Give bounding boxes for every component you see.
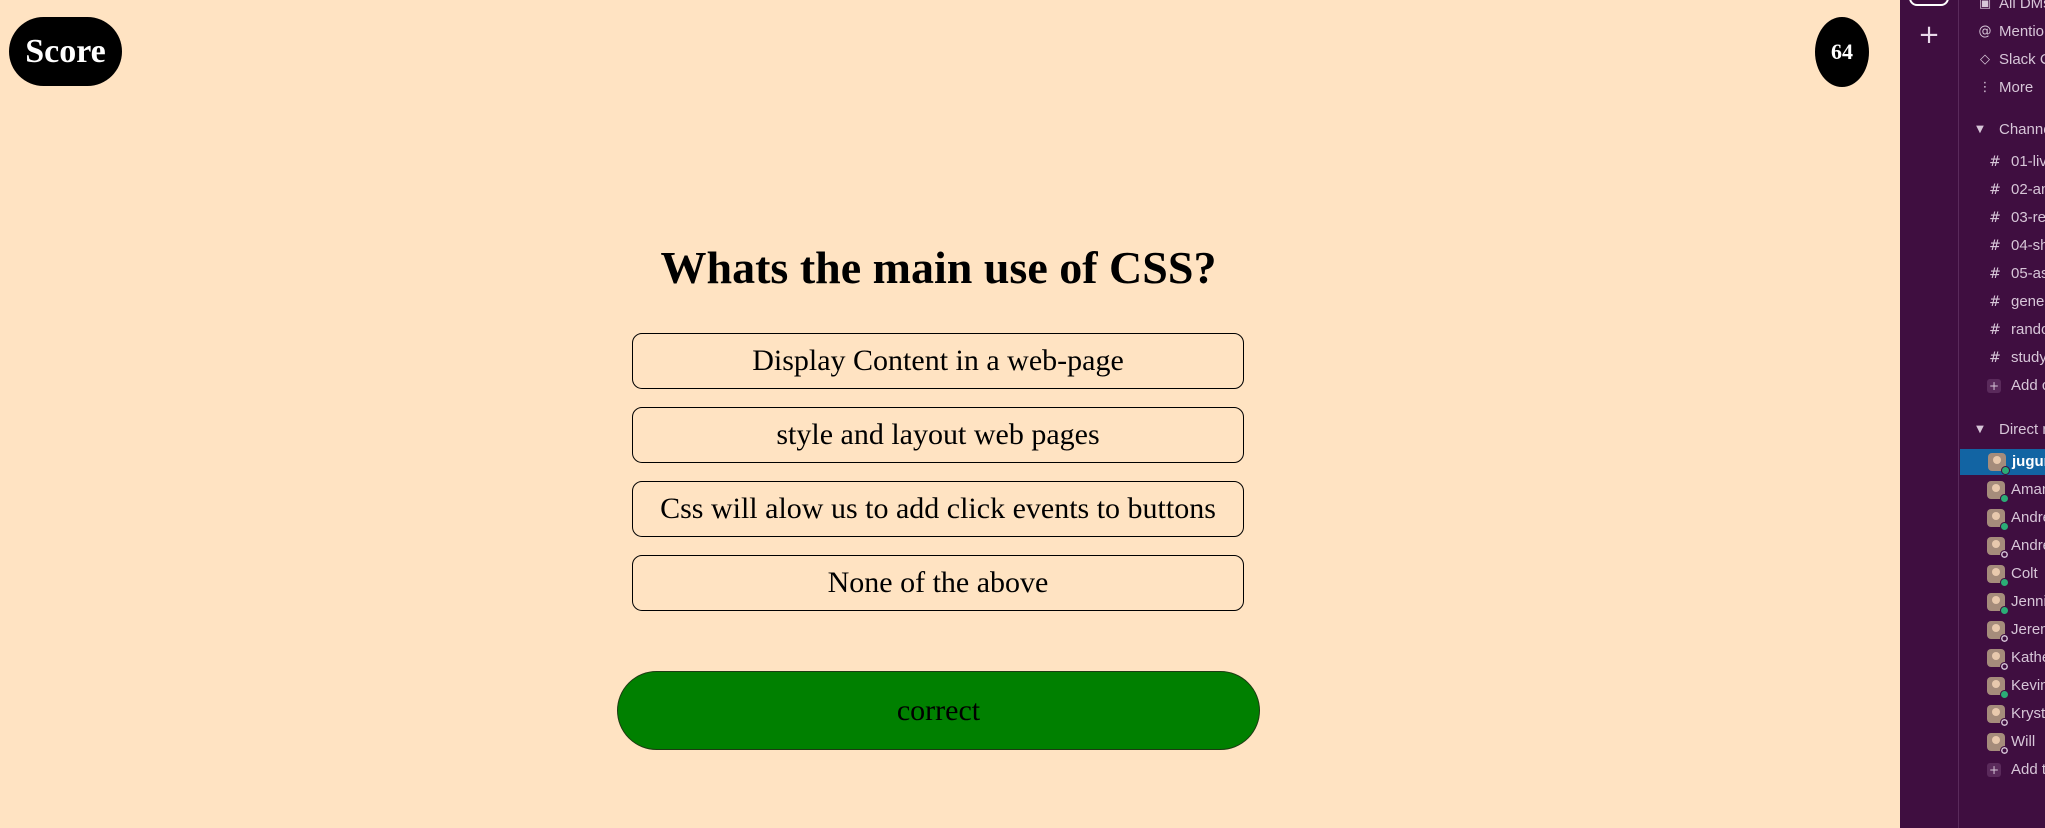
channel-name: general bbox=[2011, 293, 2045, 310]
dm-name: Jennifer bbox=[2011, 593, 2045, 610]
hash-icon: # bbox=[1989, 210, 2001, 226]
slack-sidebar: ▣ All DMs @ Mentions & reactions ◇ Slack Conn… bbox=[1958, 0, 2045, 828]
mentions-icon: @ bbox=[1978, 24, 1992, 39]
hash-icon: # bbox=[1989, 350, 2001, 366]
channel-name: 03-resources bbox=[2011, 209, 2045, 226]
sidebar-item-label: All DMs bbox=[1999, 0, 2045, 12]
sidebar-item-label: Mentions & reactions bbox=[1999, 23, 2045, 40]
hash-icon: # bbox=[1989, 182, 2001, 198]
sidebar-item-label: More bbox=[1999, 79, 2034, 96]
dm-item[interactable]: Katherine bbox=[1959, 645, 2045, 671]
channel-item[interactable]: # general bbox=[1959, 289, 2045, 315]
presence-icon bbox=[2000, 662, 2009, 671]
channel-name: study-group bbox=[2011, 349, 2045, 366]
hash-icon: # bbox=[1989, 266, 2001, 282]
dm-name: Jeremy bbox=[2011, 621, 2045, 638]
answer-button-3[interactable]: Css will alow us to add click events to … bbox=[632, 481, 1244, 537]
presence-icon bbox=[2001, 466, 2010, 475]
quiz-page: Score 64 Whats the main use of CSS? Disp… bbox=[0, 0, 1900, 828]
sidebar-item-label: Slack Connect bbox=[1999, 51, 2045, 68]
dm-item[interactable]: Amanda bbox=[1959, 477, 2045, 503]
slack-connect-icon: ◇ bbox=[1980, 52, 1990, 67]
dm-item[interactable]: Andrew bbox=[1959, 505, 2045, 531]
channel-name: random bbox=[2011, 321, 2045, 338]
add-channels-button[interactable]: + Add channels bbox=[1959, 373, 2045, 399]
presence-icon bbox=[2000, 718, 2009, 727]
dm-item[interactable]: Krystal bbox=[1959, 701, 2045, 727]
presence-icon bbox=[2000, 494, 2009, 503]
hash-icon: # bbox=[1989, 154, 2001, 170]
app-root: Score 64 Whats the main use of CSS? Disp… bbox=[0, 0, 2045, 828]
dm-item[interactable]: Colt bbox=[1959, 561, 2045, 587]
presence-icon bbox=[2000, 550, 2009, 559]
sidebar-item-mentions[interactable]: @ Mentions & reactions bbox=[1959, 19, 2045, 45]
dm-name: Colt bbox=[2011, 565, 2038, 582]
dm-name: Andrew bbox=[2011, 509, 2045, 526]
dm-section-header[interactable]: ▼ Direct messages bbox=[1959, 417, 2045, 443]
question-title: Whats the main use of CSS? bbox=[660, 242, 1217, 293]
channel-item[interactable]: #05-assignments bbox=[1959, 261, 2045, 287]
dm-item[interactable]: Jennifer bbox=[1959, 589, 2045, 615]
channels-section-header[interactable]: ▼ Channels bbox=[1959, 117, 2045, 143]
channel-item[interactable]: #04-showcase bbox=[1959, 233, 2045, 259]
workspace-rail: + bbox=[1900, 0, 1958, 828]
channel-item[interactable]: # random bbox=[1959, 317, 2045, 343]
channel-item[interactable]: # study-group bbox=[1959, 345, 2045, 371]
result-banner: correct bbox=[617, 671, 1260, 750]
dm-item[interactable]: Will bbox=[1959, 729, 2045, 755]
presence-icon bbox=[2000, 690, 2009, 699]
answer-button-2[interactable]: style and layout web pages bbox=[632, 407, 1244, 463]
dm-name: Katherine bbox=[2011, 649, 2045, 666]
dm-name: jugurtha bbox=[2012, 453, 2045, 470]
timer-badge: 64 bbox=[1815, 17, 1869, 87]
channel-item[interactable]: #03-resources bbox=[1959, 205, 2045, 231]
add-teammates-label: Add teammates bbox=[2011, 761, 2045, 778]
dm-item[interactable]: Kevin bbox=[1959, 673, 2045, 699]
plus-icon[interactable]: + bbox=[1914, 20, 1944, 50]
section-label: Direct messages bbox=[1999, 421, 2045, 438]
dm-item[interactable]: jugurtha bbox=[1960, 449, 2045, 475]
dm-name: Krystal bbox=[2011, 705, 2045, 722]
workspace-icon[interactable] bbox=[1909, 0, 1949, 6]
sidebar-item-slack-connect[interactable]: ◇ Slack Connect bbox=[1959, 47, 2045, 73]
presence-icon bbox=[2000, 606, 2009, 615]
dm-name: Kevin bbox=[2011, 677, 2045, 694]
caret-down-icon: ▼ bbox=[1976, 124, 1984, 135]
channel-item[interactable]: #02-announcements bbox=[1959, 177, 2045, 203]
presence-icon bbox=[2000, 746, 2009, 755]
channel-name: 05-assignments bbox=[2011, 265, 2045, 282]
dm-name: Will bbox=[2011, 733, 2036, 750]
dm-name: Amanda bbox=[2011, 481, 2045, 498]
section-label: Channels bbox=[1999, 121, 2045, 138]
channel-item[interactable]: #01-live-class bbox=[1959, 149, 2045, 175]
sidebar-item-all-dms[interactable]: ▣ All DMs bbox=[1959, 0, 2045, 17]
answer-button-4[interactable]: None of the above bbox=[632, 555, 1244, 611]
presence-icon bbox=[2000, 634, 2009, 643]
answer-button-1[interactable]: Display Content in a web-page bbox=[632, 333, 1244, 389]
plus-icon: + bbox=[1987, 379, 2001, 393]
dm-name: Andrea bbox=[2011, 537, 2045, 554]
channel-name: 04-showcase bbox=[2011, 237, 2045, 254]
add-teammates-button[interactable]: + Add teammates bbox=[1959, 757, 2045, 783]
add-channels-label: Add channels bbox=[2011, 377, 2045, 394]
presence-icon bbox=[2000, 522, 2009, 531]
all-dms-icon: ▣ bbox=[1978, 0, 1992, 11]
more-icon: ⋮ bbox=[1978, 80, 1992, 95]
channel-name: 02-announcements bbox=[2011, 181, 2045, 198]
plus-icon: + bbox=[1987, 763, 2001, 777]
dm-item[interactable]: Andrea bbox=[1959, 533, 2045, 559]
hash-icon: # bbox=[1989, 322, 2001, 338]
score-button[interactable]: Score bbox=[9, 17, 122, 86]
presence-icon bbox=[2000, 578, 2009, 587]
sidebar-item-more[interactable]: ⋮ More bbox=[1959, 75, 2045, 101]
caret-down-icon: ▼ bbox=[1976, 424, 1984, 435]
dm-item[interactable]: Jeremy bbox=[1959, 617, 2045, 643]
hash-icon: # bbox=[1989, 294, 2001, 310]
hash-icon: # bbox=[1989, 238, 2001, 254]
channel-name: 01-live-class bbox=[2011, 153, 2045, 170]
